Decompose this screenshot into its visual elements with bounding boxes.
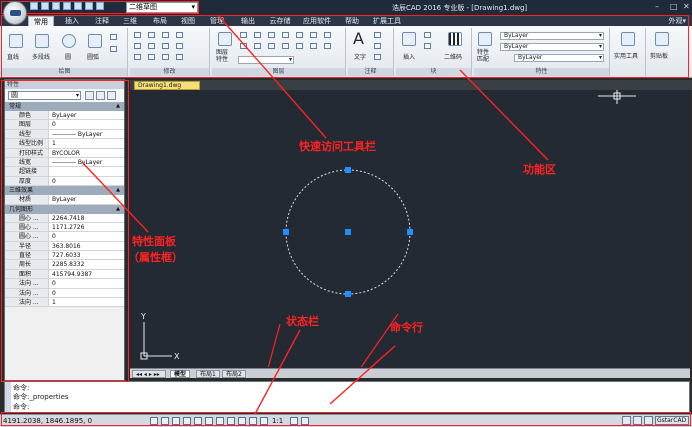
label-command-line: 命令行 — [390, 321, 423, 334]
app-menu-button[interactable] — [3, 1, 27, 25]
label-quick-access-toolbar: 快速访问工具栏 — [299, 140, 376, 153]
label-properties-panel: 特性面板 — [132, 235, 176, 248]
annotation-arrows — [81, 14, 549, 415]
label-status-bar: 状态栏 — [286, 315, 319, 328]
label-ribbon: 功能区 — [523, 163, 556, 176]
label-properties-panel-2: （属性框） — [128, 251, 183, 264]
